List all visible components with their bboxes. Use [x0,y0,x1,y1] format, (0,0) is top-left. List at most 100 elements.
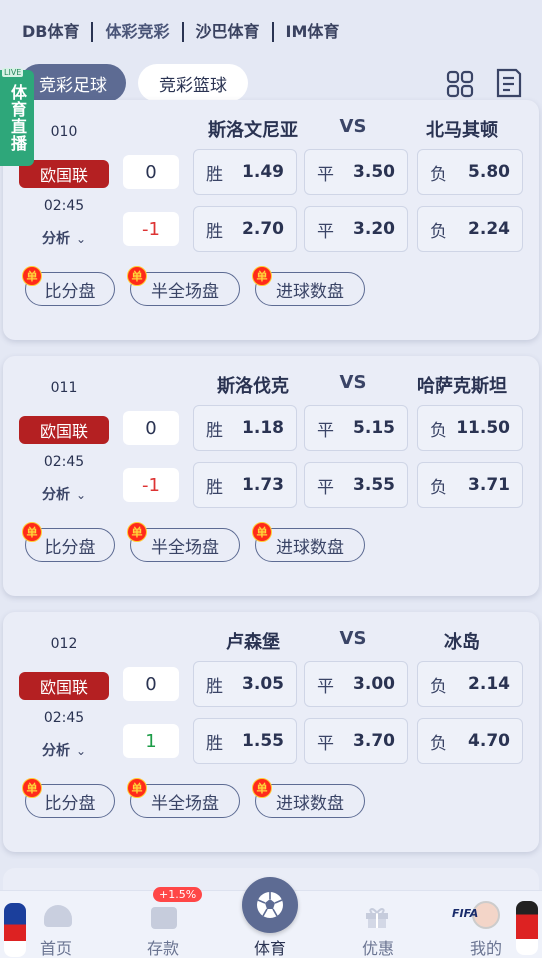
odds-lose[interactable]: 负 2.14 [417,661,523,707]
odds-label: 胜 [206,733,223,754]
handicap-value: 1 [123,724,179,758]
odds-win[interactable]: 胜 1.49 [193,149,297,195]
handicap-value: -1 [123,468,179,502]
market-halffull-button[interactable]: 单半全场盘 [127,778,240,818]
odds-value: 1.49 [242,162,284,182]
live-tag: LIVE [2,68,24,77]
odds-draw[interactable]: 平 5.15 [304,405,408,451]
grid-icon[interactable] [444,68,476,100]
odds-value: 5.80 [468,162,510,182]
single-badge: 单 [127,522,147,542]
odds-value: 4.70 [468,731,510,751]
odds-value: 3.20 [353,219,395,239]
league-badge: 欧国联 [19,416,109,444]
odds-label: 负 [430,733,447,754]
odds-draw[interactable]: 平 3.50 [304,149,408,195]
market-score-button[interactable]: 单比分盘 [22,522,115,562]
odds-label: 平 [317,676,334,697]
provider-tab-db[interactable]: DB体育 [22,22,91,42]
live-ribbon[interactable]: 体育直播 [0,70,34,166]
nav-promo[interactable]: 优惠 [338,891,418,958]
single-badge: 单 [252,522,272,542]
market-halffull-button[interactable]: 单半全场盘 [127,522,240,562]
odds-value: 2.24 [468,219,510,239]
tab-basketball[interactable]: 竞彩篮球 [138,64,248,102]
odds-lose[interactable]: 负 11.50 [417,405,523,451]
provider-tabs: DB体育 体彩竞彩 沙巴体育 IM体育 [0,14,542,50]
odds-value: 3.71 [468,475,510,495]
market-score-button[interactable]: 单比分盘 [22,266,115,306]
odds-win[interactable]: 胜 2.70 [193,206,297,252]
odds-win[interactable]: 胜 1.18 [193,405,297,451]
chevron-down-icon: ⌄ [75,744,87,758]
odds-draw[interactable]: 平 3.55 [304,462,408,508]
match-number: 010 [50,124,78,140]
market-score-button[interactable]: 单比分盘 [22,778,115,818]
market-label: 进球数盘 [276,537,344,558]
match-card: 012 卢森堡 VS 冰岛 欧国联 02:45 分析 ⌄ 0 1 胜 3.05 平3… [3,612,539,852]
odds-label: 平 [317,733,334,754]
provider-tab-lottery[interactable]: 体彩竞彩 [91,22,181,42]
odds-value: 3.00 [353,674,395,694]
odds-value: 3.55 [353,475,395,495]
odds-label: 负 [430,676,447,697]
odds-win[interactable]: 胜 1.73 [193,462,297,508]
market-label: 比分盘 [44,281,96,302]
market-label: 半全场盘 [151,281,219,302]
odds-label: 负 [430,420,447,441]
odds-label: 负 [430,221,447,242]
odds-value: 3.05 [242,674,284,694]
odds-lose[interactable]: 负 2.24 [417,206,523,252]
odds-label: 胜 [206,477,223,498]
analysis-toggle[interactable]: 分析 ⌄ [19,740,109,760]
nav-mine[interactable]: 我的 [446,891,526,958]
market-goals-button[interactable]: 单进球数盘 [252,266,365,306]
nav-sports[interactable]: 体育 [230,877,310,958]
market-goals-button[interactable]: 单进球数盘 [252,778,365,818]
match-card: 010 斯洛文尼亚 VS 北马其顿 欧国联 02:45 分析 ⌄ 0 -1 胜 1.… [3,100,539,340]
analysis-toggle[interactable]: 分析 ⌄ [19,484,109,504]
bottom-nav: 首页 +1.5% 存款 体育 优惠 我的 [0,877,542,958]
odds-draw[interactable]: 平 3.20 [304,206,408,252]
odds-label: 胜 [206,420,223,441]
market-goals-button[interactable]: 单进球数盘 [252,522,365,562]
odds-win[interactable]: 胜 3.05 [193,661,297,707]
home-icon [44,905,72,927]
fifa-logo: FIFA [452,907,479,920]
single-badge: 单 [252,778,272,798]
market-halffull-button[interactable]: 单半全场盘 [127,266,240,306]
analysis-toggle[interactable]: 分析 ⌄ [19,228,109,248]
gift-icon [364,905,390,929]
market-label: 半全场盘 [151,793,219,814]
odds-label: 平 [317,420,334,441]
nav-label: 体育 [253,939,286,958]
nav-label: 首页 [39,939,72,958]
odds-draw[interactable]: 平 3.00 [304,661,408,707]
handicap-value: -1 [123,212,179,246]
chevron-down-icon: ⌄ [75,232,87,246]
nav-label: 我的 [469,939,502,958]
home-team: 斯洛文尼亚 [208,120,298,141]
list-icon[interactable] [494,66,524,100]
provider-tab-im[interactable]: IM体育 [271,22,352,42]
odds-lose[interactable]: 负 4.70 [417,718,523,764]
wallet-icon [151,907,177,929]
odds-draw[interactable]: 平 3.70 [304,718,408,764]
tab-football[interactable]: 竞彩足球 [20,64,126,102]
odds-value: 1.55 [242,731,284,751]
chevron-down-icon: ⌄ [75,488,87,502]
odds-lose[interactable]: 负 3.71 [417,462,523,508]
away-team: 北马其顿 [426,120,498,141]
single-badge: 单 [22,778,42,798]
match-card: 011 斯洛伐克 VS 哈萨克斯坦 欧国联 02:45 分析 ⌄ 0 -1 胜 1.… [3,356,539,596]
away-team: 哈萨克斯坦 [417,376,507,397]
single-badge: 单 [127,266,147,286]
provider-tab-saba[interactable]: 沙巴体育 [181,22,272,42]
market-label: 比分盘 [44,537,96,558]
nav-home[interactable]: 首页 [16,891,96,958]
odds-label: 平 [317,221,334,242]
odds-lose[interactable]: 负 5.80 [417,149,523,195]
match-time: 02:45 [43,710,85,726]
nav-deposit[interactable]: +1.5% 存款 [123,887,203,958]
odds-win[interactable]: 胜 1.55 [193,718,297,764]
